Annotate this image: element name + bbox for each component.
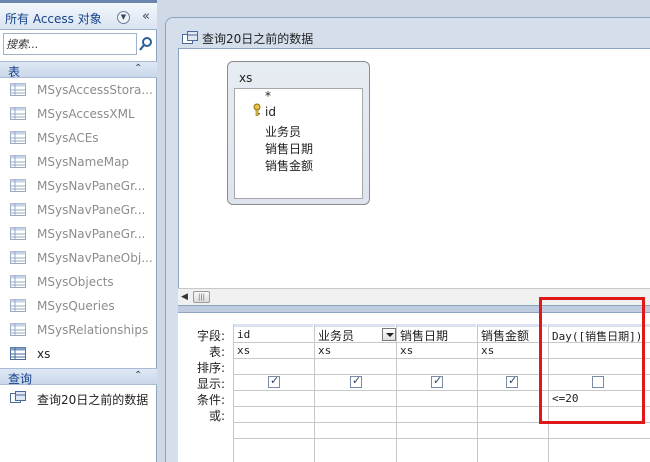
search-icon[interactable] — [139, 36, 153, 52]
annotation-highlight-box — [539, 297, 645, 424]
nav-item-label: MSysACEs — [37, 131, 99, 145]
grid-cell-table[interactable]: xs — [318, 344, 331, 357]
table-icon — [10, 347, 26, 360]
table-icon — [10, 275, 26, 288]
grid-cell-table[interactable]: xs — [400, 344, 413, 357]
field-item[interactable]: * — [265, 89, 271, 103]
grid-cell-field[interactable]: id — [237, 328, 250, 341]
pane-splitter[interactable] — [157, 0, 165, 462]
table-icon — [10, 155, 26, 168]
field-item[interactable]: 销售日期 — [265, 140, 313, 157]
nav-item-label: MSysNavPaneGr... — [37, 203, 146, 217]
nav-item-table[interactable]: MSysNavPaneGr... — [0, 222, 157, 246]
group-label: 查询 — [8, 372, 33, 386]
search-box[interactable] — [3, 33, 137, 55]
grid-cell-table[interactable]: xs — [481, 344, 494, 357]
collapse-pane-icon[interactable]: « — [139, 8, 153, 26]
column-selector[interactable] — [233, 324, 313, 327]
field-list-items: * id 业务员 销售日期 销售金额 — [234, 88, 363, 199]
show-checkbox[interactable] — [350, 374, 362, 388]
nav-item-table[interactable]: xs — [0, 342, 157, 366]
nav-item-table[interactable]: MSysObjects — [0, 270, 157, 294]
field-item[interactable]: 业务员 — [265, 123, 301, 140]
collapse-group-icon[interactable]: ⌃ — [134, 370, 142, 381]
table-icon — [10, 203, 26, 216]
grid-line — [477, 324, 478, 462]
nav-title[interactable]: 所有 Access 对象 — [5, 10, 102, 27]
scroll-left-icon[interactable]: ◀ — [181, 292, 191, 302]
table-icon — [10, 131, 26, 144]
table-icon — [10, 323, 26, 336]
nav-item-table[interactable]: MSysNavPaneObj... — [0, 246, 157, 270]
nav-item-table[interactable]: MSysNavPaneGr... — [0, 174, 157, 198]
nav-item-label: 查询20日之前的数据 — [37, 393, 149, 407]
group-header-tables[interactable]: 表 ⌃ — [0, 61, 157, 79]
nav-item-label: MSysAccessXML — [37, 107, 135, 121]
document-tab[interactable]: 查询20日之前的数据 — [180, 27, 340, 47]
row-label-sort: 排序: — [196, 361, 225, 375]
row-label-field: 字段: — [196, 329, 225, 343]
grid-cell-field[interactable]: 销售金额 — [481, 327, 529, 344]
nav-item-label: xs — [37, 347, 51, 361]
query-icon — [182, 31, 198, 44]
chevron-down-icon[interactable]: ▼ — [117, 11, 130, 24]
field-item[interactable]: 销售金额 — [265, 157, 313, 174]
nav-item-label: MSysAccessStora... — [37, 83, 153, 97]
grid-line — [233, 324, 234, 462]
table-icon — [10, 83, 26, 96]
nav-item-label: MSysObjects — [37, 275, 114, 289]
field-list-xs[interactable]: xs * id 业务员 销售日期 销售金额 — [227, 61, 370, 205]
collapse-group-icon[interactable]: ⌃ — [134, 63, 142, 74]
table-icon — [10, 107, 26, 120]
field-list-title[interactable]: xs — [239, 71, 252, 85]
group-header-queries[interactable]: 查询 ⌃ — [0, 368, 157, 386]
nav-item-table[interactable]: MSysAccessStora... — [0, 78, 157, 102]
field-item[interactable]: id — [265, 105, 276, 119]
row-label-show: 显示: — [196, 377, 225, 391]
scroll-thumb[interactable]: ||| — [193, 291, 210, 303]
grid-line — [314, 324, 315, 462]
nav-item-query[interactable]: 查询20日之前的数据 — [0, 386, 157, 410]
table-icon — [10, 227, 26, 240]
table-icon — [10, 299, 26, 312]
row-label-criteria: 条件: — [196, 393, 225, 407]
nav-item-table[interactable]: MSysNameMap — [0, 150, 157, 174]
row-label-table: 表: — [208, 345, 225, 359]
grid-cell-field[interactable]: 业务员 — [318, 327, 354, 344]
nav-item-label: MSysNavPaneGr... — [37, 227, 146, 241]
nav-item-label: MSysQueries — [37, 299, 115, 313]
nav-item-table[interactable]: MSysACEs — [0, 126, 157, 150]
row-label-or: 或: — [208, 409, 225, 423]
nav-header[interactable]: 所有 Access 对象 ▼ « — [0, 3, 157, 30]
nav-item-label: MSysNavPaneObj... — [37, 251, 153, 265]
grid-line — [233, 438, 650, 439]
grid-cell-table[interactable]: xs — [237, 344, 250, 357]
nav-item-table[interactable]: MSysRelationships — [0, 318, 157, 342]
show-checkbox[interactable] — [431, 374, 443, 388]
query-icon — [10, 391, 26, 403]
nav-item-label: MSysNavPaneGr... — [37, 179, 146, 193]
nav-item-label: MSysNameMap — [37, 155, 130, 169]
table-icon — [10, 251, 26, 264]
nav-item-table[interactable]: MSysQueries — [0, 294, 157, 318]
search-input[interactable] — [6, 36, 134, 52]
key-icon — [253, 103, 261, 116]
field-dropdown-button[interactable] — [382, 328, 396, 341]
nav-item-table[interactable]: MSysNavPaneGr... — [0, 198, 157, 222]
nav-item-table[interactable]: MSysAccessXML — [0, 102, 157, 126]
show-checkbox[interactable] — [268, 374, 280, 388]
navigation-pane: 所有 Access 对象 ▼ « 表 ⌃ MSysAccessStora... … — [0, 0, 157, 462]
grid-line — [396, 324, 397, 462]
nav-item-label: MSysRelationships — [37, 323, 149, 337]
show-checkbox[interactable] — [506, 374, 518, 388]
grid-cell-field[interactable]: 销售日期 — [400, 327, 448, 344]
table-icon — [10, 179, 26, 192]
document-title: 查询20日之前的数据 — [202, 32, 314, 46]
